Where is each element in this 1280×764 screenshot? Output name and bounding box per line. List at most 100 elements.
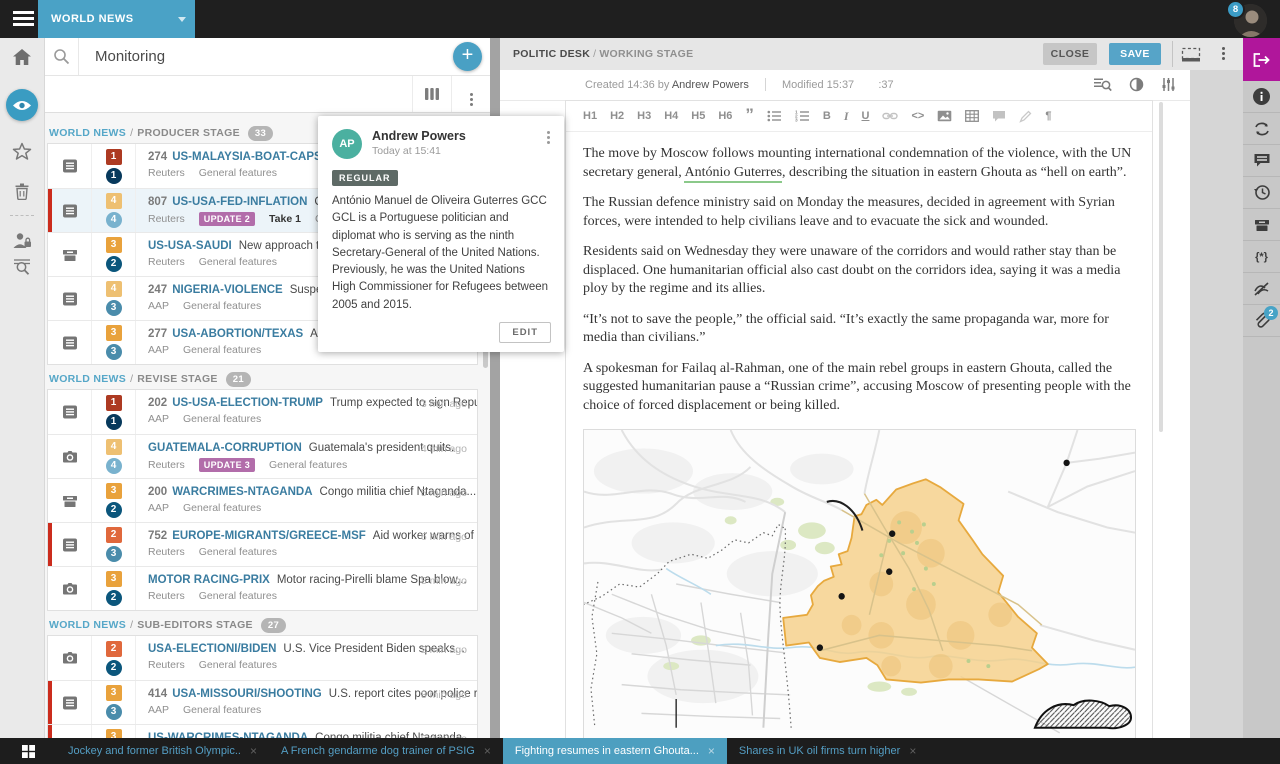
notification-badge[interactable]: 8 [1226, 0, 1245, 19]
suggestions-off-icon[interactable] [1243, 273, 1280, 305]
hamburger-menu-icon[interactable] [13, 11, 34, 14]
slugline[interactable]: US-USA-ELECTION-TRUMP [172, 397, 323, 409]
urgency-badge[interactable]: 4 [106, 458, 122, 474]
underline-button[interactable]: U [862, 110, 870, 122]
priority-badge[interactable]: 1 [106, 395, 122, 411]
close-button[interactable]: CLOSE [1043, 43, 1097, 65]
urgency-badge[interactable]: 4 [106, 212, 122, 228]
editor-settings-icon[interactable] [1161, 77, 1176, 92]
attachments-icon[interactable]: 2 [1243, 305, 1280, 337]
urgency-badge[interactable]: 1 [106, 168, 122, 184]
priority-badge[interactable]: 4 [106, 439, 122, 455]
slugline[interactable]: US-USA-SAUDI [148, 240, 232, 252]
h6-button[interactable]: H6 [718, 110, 732, 122]
close-icon[interactable]: × [250, 744, 257, 758]
list-item[interactable]: 32 MOTOR RACING-PRIXMotor racing-Pirelli… [48, 566, 477, 610]
bold-button[interactable]: B [823, 110, 831, 122]
desk-link[interactable]: WORLD NEWS [49, 127, 126, 139]
more-options-icon[interactable] [451, 76, 490, 112]
close-icon[interactable]: × [708, 744, 715, 758]
h1-button[interactable]: H1 [583, 110, 597, 122]
urgency-badge[interactable]: 1 [106, 414, 122, 430]
table-button[interactable] [965, 110, 979, 122]
list-item[interactable]: 23 752EUROPE-MIGRANTS/GREECE-MSFAid work… [48, 522, 477, 566]
save-button[interactable]: SAVE [1109, 43, 1161, 65]
slugline[interactable]: US-USA-FED-INFLATION [172, 196, 307, 208]
priority-badge[interactable]: 3 [106, 237, 122, 253]
opened-article-tab-active[interactable]: Fighting resumes in eastern Ghouta...× [503, 738, 727, 764]
urgency-badge[interactable]: 2 [106, 256, 122, 272]
macros-icon[interactable]: {*} [1243, 241, 1280, 273]
close-icon[interactable]: × [484, 744, 491, 758]
monitoring-search-input[interactable]: Monitoring [95, 48, 165, 65]
h3-button[interactable]: H3 [637, 110, 651, 122]
map-figure[interactable] [583, 429, 1136, 738]
pilcrow-button[interactable]: ¶ [1045, 110, 1051, 122]
minimize-icon[interactable] [1181, 47, 1201, 62]
code-button[interactable]: <> [911, 110, 924, 122]
user-lock-icon[interactable] [0, 232, 44, 249]
ordered-list-button[interactable]: 123 [795, 110, 810, 122]
slugline[interactable]: USA-ABORTION/TEXAS [172, 328, 303, 340]
opened-article-tab[interactable]: A French gendarme dog trainer of PSIG× [269, 738, 503, 764]
desk-link[interactable]: WORLD NEWS [49, 373, 126, 385]
urgency-badge[interactable]: 3 [106, 546, 122, 562]
send-to-button[interactable] [1243, 38, 1280, 81]
list-item[interactable]: 32 200WARCRIMES-NTAGANDACongo militia ch… [48, 478, 477, 522]
contrast-icon[interactable] [1129, 77, 1144, 92]
priority-badge[interactable]: 1 [106, 149, 122, 165]
urgency-badge[interactable]: 2 [106, 502, 122, 518]
priority-badge[interactable]: 2 [106, 641, 122, 657]
search-icon[interactable] [45, 38, 79, 75]
annotated-text[interactable]: António Guterres [684, 165, 782, 183]
urgency-badge[interactable]: 3 [106, 704, 122, 720]
link-button[interactable] [882, 111, 898, 121]
priority-badge[interactable]: 3 [106, 325, 122, 341]
versions-icon[interactable] [1243, 113, 1280, 145]
history-icon[interactable] [1243, 177, 1280, 209]
slugline[interactable]: NIGERIA-VIOLENCE [172, 284, 283, 296]
urgency-badge[interactable]: 2 [106, 590, 122, 606]
unordered-list-button[interactable] [767, 110, 782, 122]
close-icon[interactable]: × [909, 744, 916, 758]
home-icon[interactable] [0, 48, 44, 66]
slugline[interactable]: USA-ELECTIONI/BIDEN [148, 643, 276, 655]
priority-badge[interactable]: 3 [106, 729, 122, 738]
priority-badge[interactable]: 3 [106, 685, 122, 701]
editor-scrollbar[interactable] [1159, 102, 1163, 432]
h5-button[interactable]: H5 [691, 110, 705, 122]
urgency-badge[interactable]: 3 [106, 300, 122, 316]
monitoring-eye-icon[interactable] [6, 89, 38, 121]
h4-button[interactable]: H4 [664, 110, 678, 122]
article-body[interactable]: The move by Moscow follows mounting inte… [566, 132, 1152, 738]
list-item[interactable]: 33 414USA-MISSOURI/SHOOTINGU.S. report c… [48, 680, 477, 724]
italic-button[interactable]: I [844, 109, 849, 124]
global-search-icon[interactable] [0, 258, 44, 276]
edit-button[interactable]: EDIT [499, 322, 551, 343]
opened-article-tab[interactable]: Shares in UK oil firms turn higher× [727, 738, 928, 764]
blockquote-button[interactable]: ” [745, 111, 754, 121]
annotate-pen-icon[interactable] [1019, 110, 1032, 123]
popup-more-icon[interactable] [547, 131, 550, 134]
list-item[interactable]: 11 202US-USA-ELECTION-TRUMPTrump expecte… [48, 390, 477, 434]
priority-badge[interactable]: 4 [106, 281, 122, 297]
list-item[interactable]: 44 GUATEMALA-CORRUPTIONGuatemala's presi… [48, 434, 477, 478]
slugline[interactable]: WARCRIMES-NTAGANDA [172, 486, 312, 498]
apps-grid-icon[interactable] [0, 738, 56, 764]
trash-icon[interactable] [0, 182, 44, 200]
list-item[interactable]: 22 USA-ELECTIONI/BIDENU.S. Vice Presiden… [48, 636, 477, 680]
grid-view-icon[interactable] [412, 76, 451, 112]
find-replace-icon[interactable] [1093, 77, 1112, 92]
archive-icon[interactable] [1243, 209, 1280, 241]
more-options-icon[interactable] [1222, 47, 1225, 50]
info-icon[interactable] [1243, 81, 1280, 113]
opened-article-tab[interactable]: Jockey and former British Olympic..× [56, 738, 269, 764]
h2-button[interactable]: H2 [610, 110, 624, 122]
slugline[interactable]: MOTOR RACING-PRIX [148, 574, 270, 586]
desk-link[interactable]: WORLD NEWS [49, 619, 126, 631]
list-item[interactable]: 32 US-WARCRIMES-NTAGANDACongo militia ch… [48, 724, 477, 738]
image-button[interactable] [937, 110, 952, 122]
comments-icon[interactable] [1243, 145, 1280, 177]
slugline[interactable]: USA-MISSOURI/SHOOTING [172, 688, 322, 700]
slugline[interactable]: EUROPE-MIGRANTS/GREECE-MSF [172, 530, 366, 542]
